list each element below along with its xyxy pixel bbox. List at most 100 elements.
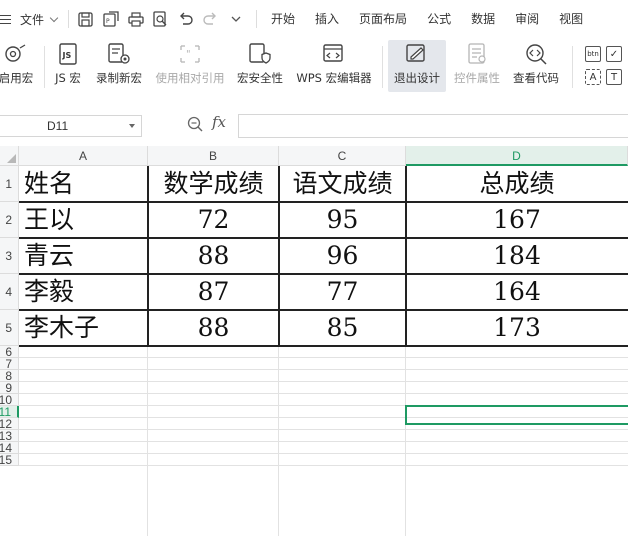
tab-review[interactable]: 审阅 (505, 0, 549, 38)
column-header-d[interactable]: D (406, 146, 628, 166)
customize-dropdown-icon[interactable] (223, 0, 248, 38)
formula-input[interactable] (238, 114, 628, 138)
row-header-9[interactable]: 9 (0, 382, 19, 394)
view-code-icon (524, 40, 548, 68)
cell-c5[interactable]: 85 (279, 310, 406, 346)
tab-insert[interactable]: 插入 (305, 0, 349, 38)
redo-icon[interactable] (198, 0, 223, 38)
cell-b1[interactable]: 数学成绩 (148, 166, 279, 202)
cell-b3[interactable]: 88 (148, 238, 279, 274)
spreadsheet-grid[interactable]: ABCD123456789101112131415姓名数学成绩语文成绩总成绩王以… (0, 146, 628, 536)
record-macro-label: 录制新宏 (96, 71, 142, 85)
table-border (19, 345, 628, 347)
ribbon-toolbar: 启用宏 JS JS 宏 录制新宏 " 使用相对引用 宏安全性 WPS 宏编辑器 (0, 38, 628, 96)
table-border (19, 237, 628, 239)
menu-bar: 文件 P 开始 插入 页面布局 公式 数据 审阅 视图 (0, 0, 628, 38)
cell-b4[interactable]: 87 (148, 274, 279, 310)
row-header-1[interactable]: 1 (0, 166, 19, 202)
cell-d4[interactable]: 164 (406, 274, 628, 310)
export-icon[interactable]: P (98, 0, 123, 38)
grid-line (19, 453, 628, 454)
row-header-11[interactable]: 11 (0, 406, 19, 418)
cell-b5[interactable]: 88 (148, 310, 279, 346)
cell-a2[interactable]: 王以 (24, 202, 148, 238)
cell-c3[interactable]: 96 (279, 238, 406, 274)
cell-a1[interactable]: 姓名 (24, 166, 148, 202)
zoom-search-icon[interactable] (187, 116, 203, 135)
row-header-7[interactable]: 7 (0, 358, 19, 370)
row-header-3[interactable]: 3 (0, 238, 19, 274)
tab-formulas[interactable]: 公式 (417, 0, 461, 38)
button-control-icon[interactable]: btn (585, 46, 601, 62)
row-header-6[interactable]: 6 (0, 346, 19, 358)
row-number: 13 (0, 430, 12, 442)
exit-design-label: 退出设计 (394, 71, 440, 85)
row-header-8[interactable]: 8 (0, 370, 19, 382)
column-header-a[interactable]: A (19, 146, 148, 166)
name-box[interactable]: D11 (0, 115, 142, 137)
row-number: 14 (0, 442, 12, 454)
file-menu-button[interactable]: 文件 (0, 0, 64, 38)
row-header-15[interactable]: 15 (0, 454, 19, 466)
macro-security-button[interactable]: 宏安全性 (233, 40, 287, 92)
view-code-button[interactable]: 查看代码 (508, 40, 564, 92)
row-header-5[interactable]: 5 (0, 310, 19, 346)
textbox-control-icon[interactable]: T (606, 69, 622, 85)
column-header-b[interactable]: B (148, 146, 279, 166)
cell-c4[interactable]: 77 (279, 274, 406, 310)
cell-d3[interactable]: 184 (406, 238, 628, 274)
cell-d1[interactable]: 总成绩 (406, 166, 628, 202)
function-icon[interactable]: fx (212, 113, 226, 131)
row-header-14[interactable]: 14 (0, 442, 19, 454)
row-header-10[interactable]: 10 (0, 394, 19, 406)
row-header-13[interactable]: 13 (0, 430, 19, 442)
record-macro-button[interactable]: 录制新宏 (92, 40, 146, 92)
checkbox-control-icon[interactable]: ✓ (606, 46, 622, 62)
grid-line (19, 357, 628, 358)
macro-editor-button[interactable]: WPS 宏编辑器 (292, 40, 376, 92)
tab-home[interactable]: 开始 (261, 0, 305, 38)
row-header-4[interactable]: 4 (0, 274, 19, 310)
grid-line (19, 393, 628, 394)
label-control-icon[interactable]: A (585, 69, 601, 85)
row-number: 5 (5, 321, 12, 335)
print-icon[interactable] (123, 0, 148, 38)
control-properties-icon (465, 40, 489, 68)
cell-b2[interactable]: 72 (148, 202, 279, 238)
enable-macro-button[interactable]: 启用宏 (0, 40, 36, 92)
select-all-corner[interactable] (0, 146, 19, 166)
row-number: 11 (0, 406, 11, 418)
row-number: 12 (0, 418, 12, 430)
active-cell-selection[interactable] (405, 405, 628, 425)
table-border (19, 309, 628, 311)
svg-text:": " (186, 49, 191, 60)
cell-c2[interactable]: 95 (279, 202, 406, 238)
control-properties-button[interactable]: 控件属性 (450, 40, 504, 92)
save-icon[interactable] (73, 0, 98, 38)
name-box-dropdown-icon[interactable] (129, 124, 135, 128)
relative-reference-label: 使用相对引用 (155, 71, 225, 85)
print-preview-icon[interactable] (148, 0, 173, 38)
cell-a5[interactable]: 李木子 (24, 310, 148, 346)
divider (382, 46, 383, 88)
cell-d2[interactable]: 167 (406, 202, 628, 238)
js-macro-button[interactable]: JS JS 宏 (50, 40, 86, 92)
column-header-c[interactable]: C (279, 146, 406, 166)
tab-data[interactable]: 数据 (461, 0, 505, 38)
cell-a4[interactable]: 李毅 (24, 274, 148, 310)
tab-page-layout[interactable]: 页面布局 (349, 0, 417, 38)
macro-editor-icon (321, 40, 347, 68)
undo-icon[interactable] (173, 0, 198, 38)
relative-reference-button[interactable]: " 使用相对引用 (150, 40, 230, 92)
grid-line (19, 369, 628, 370)
exit-design-button[interactable]: 退出设计 (388, 40, 446, 92)
row-header-2[interactable]: 2 (0, 202, 19, 238)
chevron-down-icon (49, 13, 59, 22)
cell-d5[interactable]: 173 (406, 310, 628, 346)
cell-c1[interactable]: 语文成绩 (279, 166, 406, 202)
cell-a3[interactable]: 青云 (24, 238, 148, 274)
row-header-12[interactable]: 12 (0, 418, 19, 430)
tab-view[interactable]: 视图 (549, 0, 593, 38)
table-border (278, 166, 280, 346)
row-number: 3 (5, 249, 12, 263)
